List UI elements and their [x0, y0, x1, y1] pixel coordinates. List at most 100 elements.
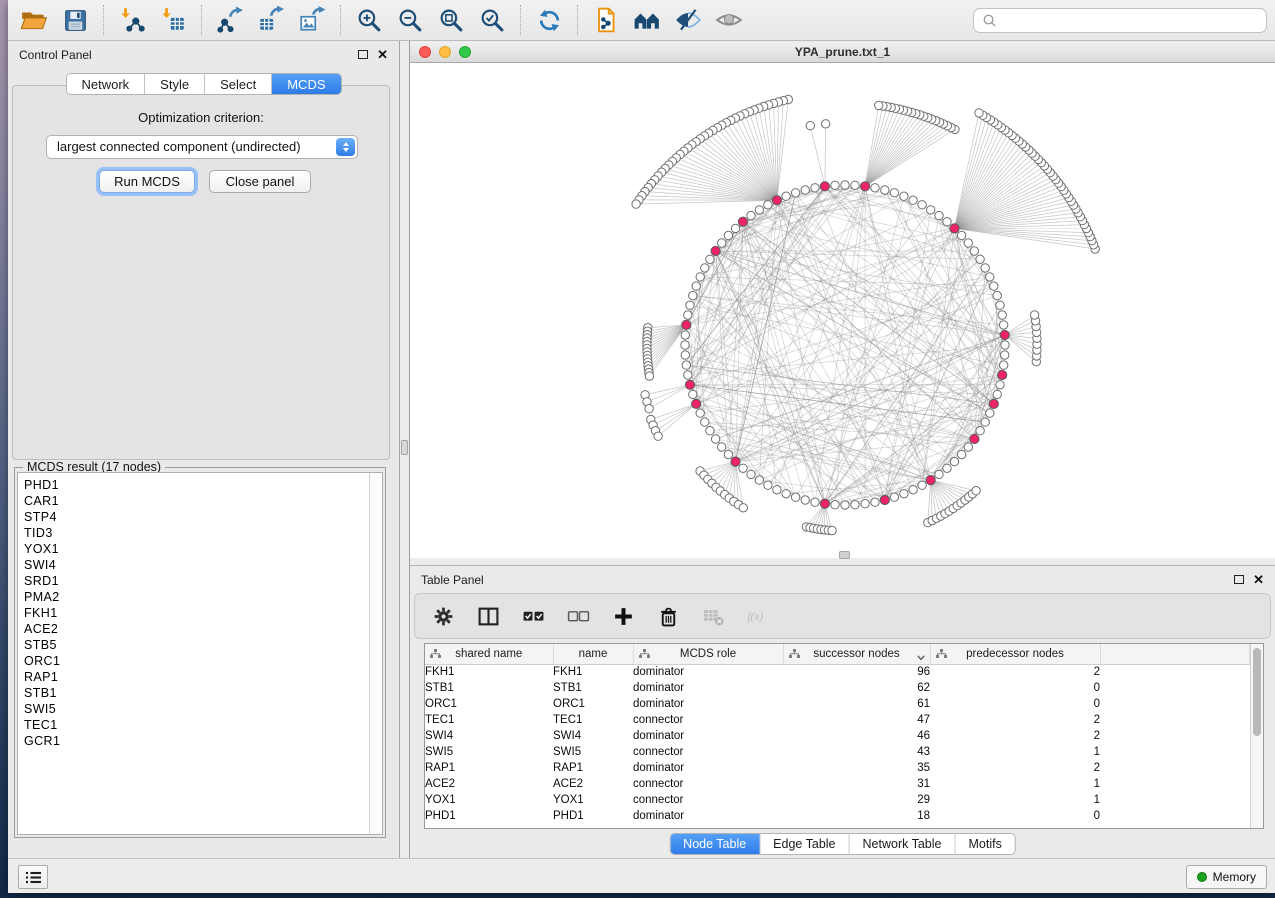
- table-row[interactable]: STB1STB1dominator620: [425, 680, 1250, 696]
- tab-network-table[interactable]: Network Table: [850, 834, 956, 854]
- table-row[interactable]: PHD1PHD1dominator180: [425, 808, 1250, 824]
- table-cell: ORC1: [553, 696, 633, 712]
- tab-motifs[interactable]: Motifs: [955, 834, 1014, 854]
- mcds-result-item[interactable]: SWI5: [18, 701, 368, 717]
- import-table-button[interactable]: [155, 4, 191, 36]
- table-row[interactable]: ACE2ACE2connector311: [425, 776, 1250, 792]
- table-cell: 46: [783, 728, 930, 744]
- mcds-result-item[interactable]: SRD1: [18, 573, 368, 589]
- column-namespace-icon: [639, 649, 650, 662]
- memory-status-dot: [1197, 872, 1207, 882]
- column-header-shared-name[interactable]: shared name: [425, 644, 553, 664]
- table-row[interactable]: YOX1YOX1connector291: [425, 792, 1250, 808]
- tab-style[interactable]: Style: [145, 74, 205, 94]
- tab-network[interactable]: Network: [66, 74, 145, 94]
- zoom-fit-button[interactable]: [433, 4, 469, 36]
- table-row[interactable]: SWI5SWI5connector431: [425, 744, 1250, 760]
- column-header-name[interactable]: name: [553, 644, 633, 664]
- table-mode-gear-button[interactable]: [431, 604, 455, 628]
- network-window-titlebar[interactable]: YPA_prune.txt_1: [410, 42, 1275, 63]
- mcds-result-item[interactable]: YOX1: [18, 541, 368, 557]
- table-row[interactable]: ORC1ORC1dominator610: [425, 696, 1250, 712]
- save-session-button[interactable]: [57, 4, 93, 36]
- svg-text:f(x): f(x): [747, 611, 763, 623]
- horizontal-splitter-grip[interactable]: [839, 551, 850, 559]
- task-history-button[interactable]: [18, 865, 48, 889]
- delete-column-icon: [657, 605, 680, 628]
- network-canvas[interactable]: [410, 63, 1275, 558]
- close-panel-button[interactable]: Close panel: [209, 170, 311, 193]
- column-header-MCDS-role[interactable]: MCDS role: [633, 644, 783, 664]
- mcds-result-item[interactable]: STP4: [18, 509, 368, 525]
- minimize-window-icon[interactable]: [439, 46, 451, 58]
- tab-edge-table[interactable]: Edge Table: [760, 834, 849, 854]
- open-file-button[interactable]: [16, 4, 52, 36]
- mcds-result-item[interactable]: STB5: [18, 637, 368, 653]
- export-table-button[interactable]: [253, 4, 289, 36]
- mcds-result-item[interactable]: GCR1: [18, 733, 368, 749]
- criterion-select[interactable]: largest connected component (undirected): [46, 135, 358, 159]
- mcds-result-item[interactable]: SWI4: [18, 557, 368, 573]
- control-panel-tabs: NetworkStyleSelectMCDS: [65, 73, 341, 95]
- table-row[interactable]: TEC1TEC1connector472: [425, 712, 1250, 728]
- table-cell: TEC1: [425, 712, 553, 728]
- toolbar-separator: [340, 5, 341, 35]
- tab-node-table[interactable]: Node Table: [670, 834, 760, 854]
- search-input[interactable]: [1002, 11, 1266, 30]
- splitter-grip[interactable]: [401, 440, 408, 455]
- mcds-list-scrollbar[interactable]: [369, 473, 382, 834]
- column-header-predecessor-nodes[interactable]: predecessor nodes: [930, 644, 1100, 664]
- hide-selected-icon: [674, 6, 702, 34]
- select-all-button[interactable]: [521, 604, 545, 628]
- zoom-selected-button[interactable]: [474, 4, 510, 36]
- first-neighbors-button[interactable]: [629, 4, 665, 36]
- new-column-button[interactable]: [611, 604, 635, 628]
- hide-selected-button[interactable]: [670, 4, 706, 36]
- column-menu-chevron-icon[interactable]: [917, 652, 925, 664]
- close-table-panel-icon[interactable]: ✕: [1253, 575, 1264, 585]
- mcds-result-item[interactable]: CAR1: [18, 493, 368, 509]
- run-mcds-button[interactable]: Run MCDS: [99, 170, 195, 193]
- memory-button[interactable]: Memory: [1186, 865, 1267, 889]
- new-network-from-selection-button[interactable]: [588, 4, 624, 36]
- tab-select[interactable]: Select: [205, 74, 272, 94]
- show-column-button[interactable]: [476, 604, 500, 628]
- delete-column-button[interactable]: [656, 604, 680, 628]
- table-row[interactable]: FKH1FKH1dominator962: [425, 664, 1250, 680]
- close-window-icon[interactable]: [419, 46, 431, 58]
- show-all-button[interactable]: [711, 4, 747, 36]
- table-cell: ORC1: [425, 696, 553, 712]
- search-box[interactable]: [973, 8, 1267, 33]
- float-table-panel-icon[interactable]: [1234, 575, 1244, 584]
- table-scrollbar-thumb[interactable]: [1253, 648, 1261, 736]
- mcds-result-item[interactable]: FKH1: [18, 605, 368, 621]
- mcds-result-item[interactable]: STB1: [18, 685, 368, 701]
- tab-mcds[interactable]: MCDS: [272, 74, 340, 94]
- delete-table-button: [701, 604, 725, 628]
- table-cell: PHD1: [425, 808, 553, 824]
- mcds-result-item[interactable]: TEC1: [18, 717, 368, 733]
- mcds-result-item[interactable]: RAP1: [18, 669, 368, 685]
- float-panel-icon[interactable]: [358, 50, 368, 59]
- table-row[interactable]: RAP1RAP1dominator352: [425, 760, 1250, 776]
- mcds-result-item[interactable]: TID3: [18, 525, 368, 541]
- export-image-button[interactable]: [294, 4, 330, 36]
- mcds-result-item[interactable]: PHD1: [18, 477, 368, 493]
- close-panel-icon[interactable]: ✕: [377, 50, 388, 60]
- import-network-button[interactable]: [114, 4, 150, 36]
- column-header-label: successor nodes: [813, 648, 899, 660]
- maximize-window-icon[interactable]: [459, 46, 471, 58]
- mcds-result-list[interactable]: PHD1CAR1STP4TID3YOX1SWI4SRD1PMA2FKH1ACE2…: [17, 472, 383, 835]
- zoom-in-button[interactable]: [351, 4, 387, 36]
- export-network-button[interactable]: [212, 4, 248, 36]
- table-row[interactable]: SWI4SWI4dominator462: [425, 728, 1250, 744]
- apply-layout-button[interactable]: [531, 4, 567, 36]
- vertical-splitter[interactable]: [400, 41, 410, 858]
- mcds-result-item[interactable]: ORC1: [18, 653, 368, 669]
- deselect-all-button[interactable]: [566, 604, 590, 628]
- table-scrollbar[interactable]: [1250, 644, 1263, 828]
- mcds-result-item[interactable]: PMA2: [18, 589, 368, 605]
- mcds-result-item[interactable]: ACE2: [18, 621, 368, 637]
- column-header-successor-nodes[interactable]: successor nodes: [783, 644, 930, 664]
- zoom-out-button[interactable]: [392, 4, 428, 36]
